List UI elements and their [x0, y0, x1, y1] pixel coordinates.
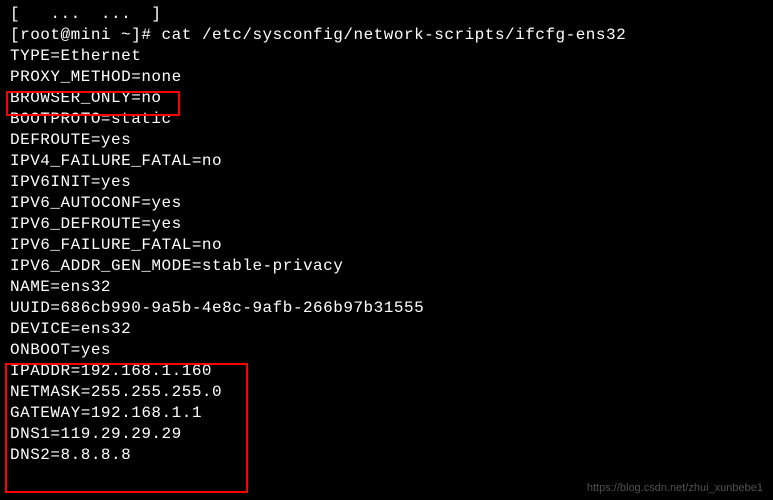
config-line: NAME=ens32 — [10, 277, 763, 298]
watermark-text: https://blog.csdn.net/zhui_xunbebe1 — [587, 482, 763, 494]
config-line: IPV4_FAILURE_FATAL=no — [10, 151, 763, 172]
config-line: IPV6_DEFROUTE=yes — [10, 214, 763, 235]
terminal-command-line[interactable]: [root@mini ~]# cat /etc/sysconfig/networ… — [10, 25, 763, 46]
config-line: DEVICE=ens32 — [10, 319, 763, 340]
terminal-prev-line: [ ... ... ] — [10, 4, 763, 25]
config-line-onboot: ONBOOT=yes — [10, 340, 763, 361]
config-line: DEFROUTE=yes — [10, 130, 763, 151]
command-text: cat /etc/sysconfig/network-scripts/ifcfg… — [162, 26, 627, 44]
config-line-dns1: DNS1=119.29.29.29 — [10, 424, 763, 445]
config-line: BROWSER_ONLY=no — [10, 88, 763, 109]
config-line: UUID=686cb990-9a5b-4e8c-9afb-266b97b3155… — [10, 298, 763, 319]
shell-prompt: [root@mini ~]# — [10, 26, 162, 44]
config-line-dns2: DNS2=8.8.8.8 — [10, 445, 763, 466]
config-line: IPV6INIT=yes — [10, 172, 763, 193]
config-line: TYPE=Ethernet — [10, 46, 763, 67]
config-line: IPV6_FAILURE_FATAL=no — [10, 235, 763, 256]
config-line-netmask: NETMASK=255.255.255.0 — [10, 382, 763, 403]
config-line: PROXY_METHOD=none — [10, 67, 763, 88]
config-line: IPV6_ADDR_GEN_MODE=stable-privacy — [10, 256, 763, 277]
config-line: IPV6_AUTOCONF=yes — [10, 193, 763, 214]
config-line-bootproto: BOOTPROTO=static — [10, 109, 763, 130]
config-line-ipaddr: IPADDR=192.168.1.160 — [10, 361, 763, 382]
config-line-gateway: GATEWAY=192.168.1.1 — [10, 403, 763, 424]
